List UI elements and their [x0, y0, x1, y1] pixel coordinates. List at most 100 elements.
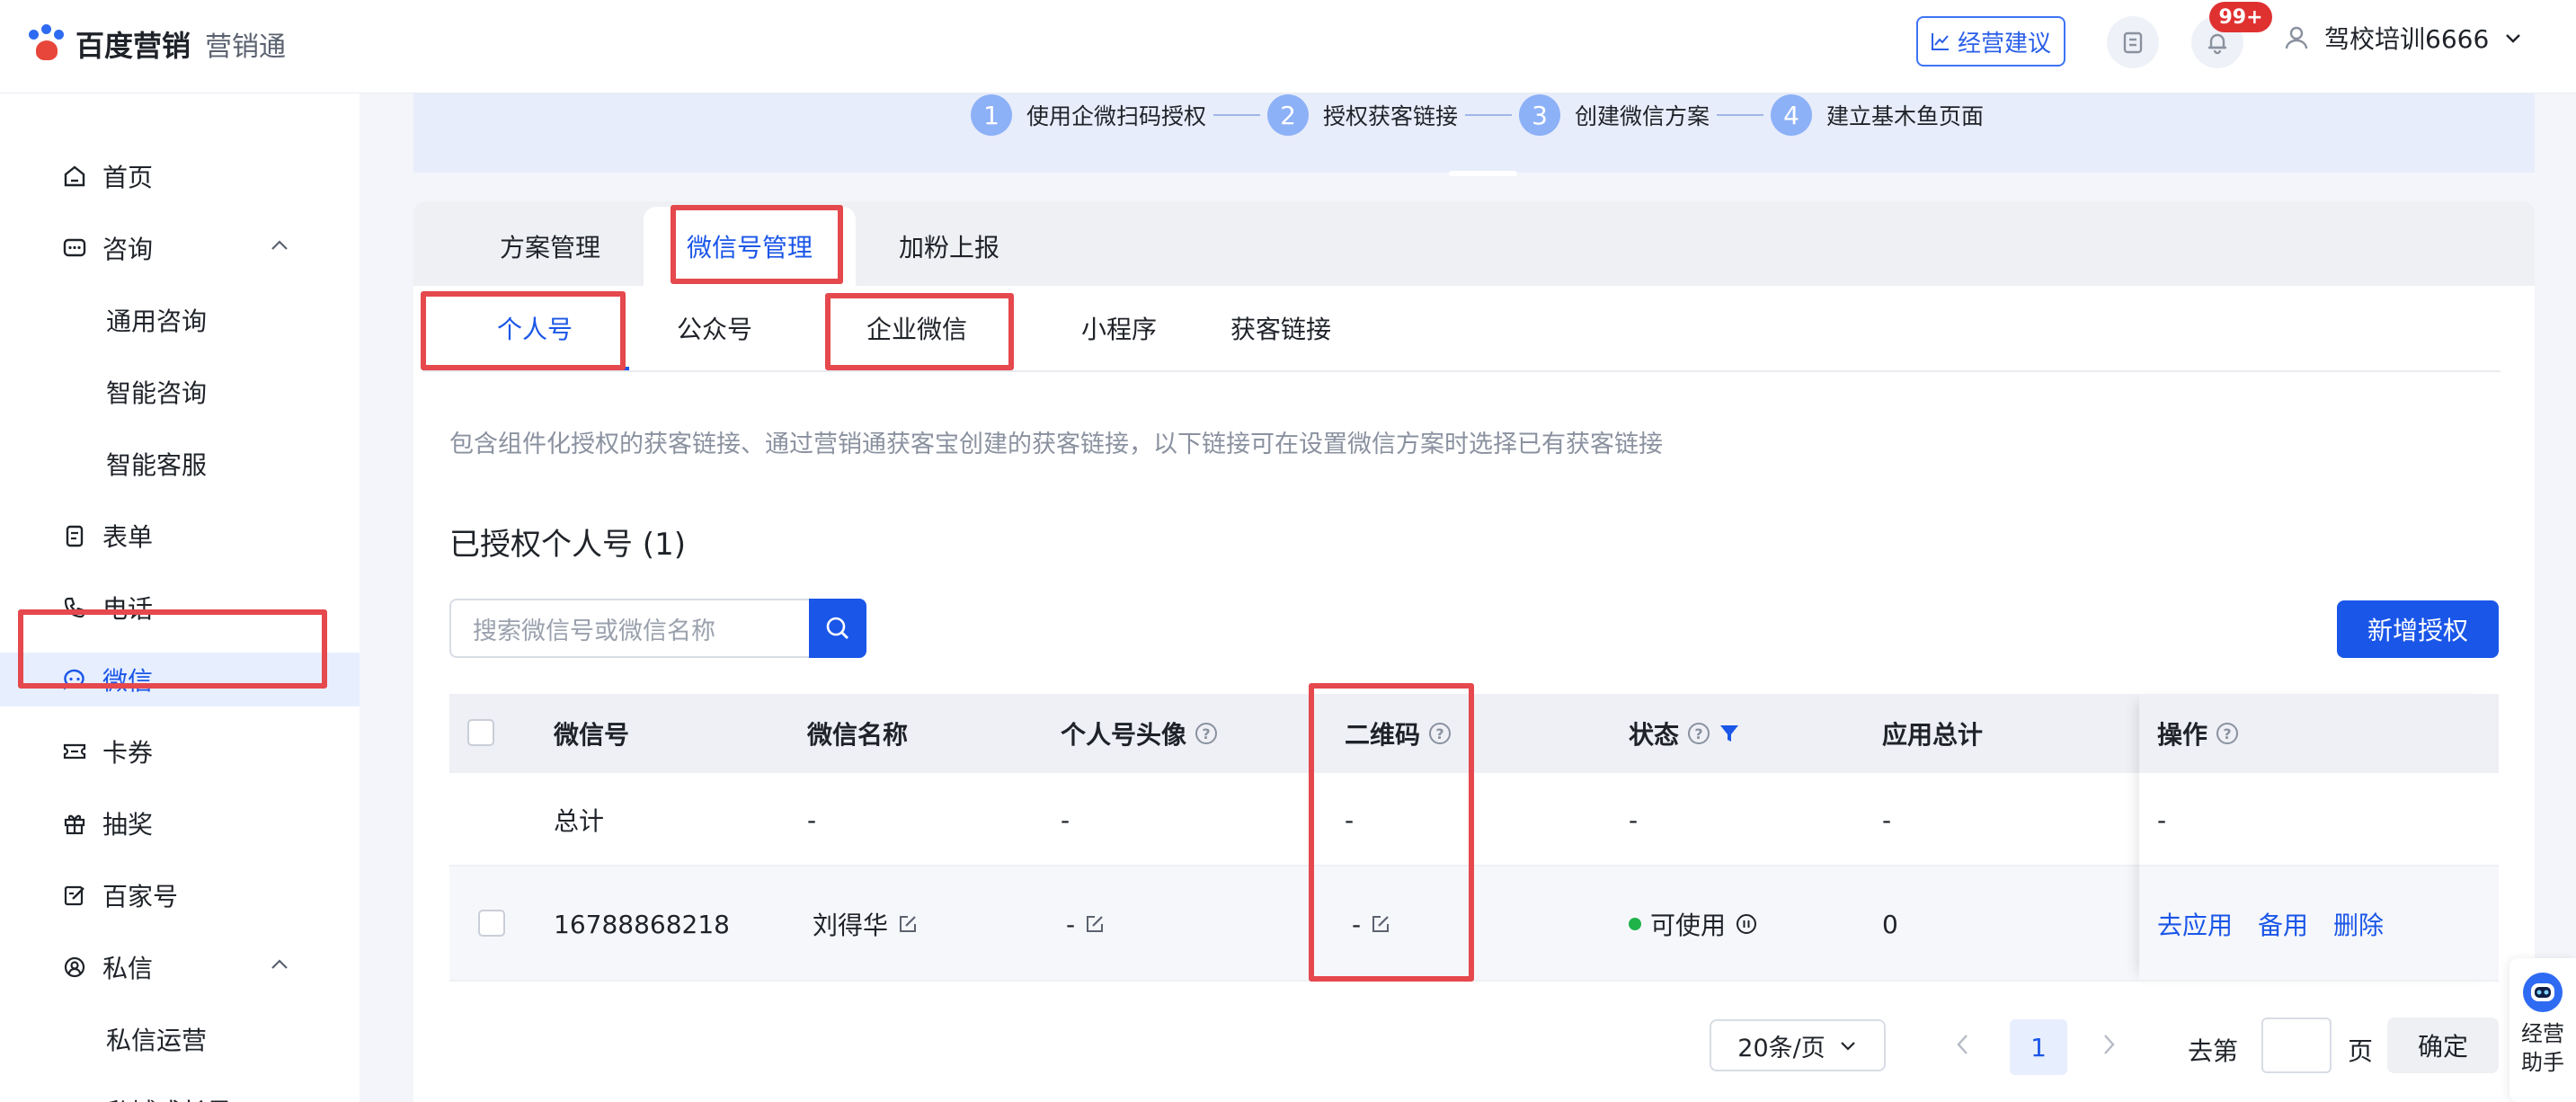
backup-link[interactable]: 备用 — [2258, 906, 2308, 942]
subtab-wecom[interactable]: 企业微信 — [836, 297, 998, 360]
brand-name: 百度营销 — [76, 29, 191, 63]
filter-icon[interactable] — [1719, 723, 1740, 744]
guide-steps: 1 使用企微扫码授权 2 授权获客链接 3 创建微信方案 4 建立基木鱼页面 — [971, 93, 1984, 137]
wechat-name-value: 刘得华 — [813, 911, 889, 940]
sidebar-item-private-growth[interactable]: 私域成长星 — [0, 1084, 360, 1102]
add-authorization-button[interactable]: 新增授权 — [2337, 600, 2499, 658]
column-avatar-label: 个人号头像 — [1061, 720, 1187, 750]
column-qrcode[interactable]: 二维码 ? — [1345, 715, 1452, 751]
next-page-button[interactable] — [2098, 1032, 2119, 1063]
sidebar-item-home[interactable]: 首页 — [0, 149, 360, 203]
pause-icon[interactable] — [1735, 912, 1758, 936]
sidebar-item-smart-service[interactable]: 智能客服 — [0, 437, 360, 491]
message-icon — [61, 954, 88, 981]
user-icon — [2285, 26, 2308, 49]
guide-step: 4 建立基木鱼页面 — [1771, 94, 1984, 136]
page-size-select[interactable]: 20条/页 — [1710, 1019, 1886, 1071]
search-button[interactable] — [809, 599, 866, 658]
bell-icon — [2208, 33, 2226, 55]
sidebar-item-coupon[interactable]: 卡券 — [0, 724, 360, 778]
status-dot-icon — [1629, 918, 1641, 930]
subtab-personal[interactable]: 个人号 — [440, 297, 629, 360]
help-icon[interactable]: ? — [1429, 723, 1452, 744]
apply-link[interactable]: 去应用 — [2157, 906, 2233, 942]
page-number-current[interactable]: 1 — [2010, 1019, 2067, 1075]
carousel-indicator[interactable] — [1449, 171, 1517, 176]
step-number: 3 — [1519, 94, 1561, 136]
column-wechat-id[interactable]: 微信号 — [554, 715, 629, 751]
help-icon[interactable]: ? — [1195, 723, 1218, 744]
sidebar-item-general-consult[interactable]: 通用咨询 — [0, 293, 360, 347]
subtab-mini-program[interactable]: 小程序 — [1061, 297, 1177, 360]
baidu-paw-icon — [27, 24, 67, 64]
goto-confirm-button[interactable]: 确定 — [2387, 1018, 2499, 1073]
edit-icon[interactable] — [1084, 913, 1106, 935]
search-input[interactable]: 搜索微信号或微信名称 — [449, 599, 811, 658]
business-advice-button[interactable]: 经营建议 — [1916, 16, 2065, 67]
help-icon[interactable]: ? — [1688, 723, 1710, 744]
sidebar-item-label: 首页 — [102, 163, 154, 192]
total-label: 总计 — [554, 806, 605, 836]
avatar-value: - — [1066, 909, 1076, 939]
sidebar-item-wechat[interactable]: 微信 — [0, 653, 360, 707]
product-name: 营销通 — [205, 31, 287, 63]
column-usage-total[interactable]: 应用总计 — [1882, 715, 1983, 751]
brand-logo[interactable]: 百度营销 营销通 — [27, 23, 286, 65]
prev-page-button[interactable] — [1952, 1032, 1974, 1063]
tab-follower-report[interactable]: 加粉上报 — [875, 207, 1023, 286]
user-menu[interactable]: 驾校培训6666 — [2283, 20, 2523, 56]
tab-wechat-account-management[interactable]: 微信号管理 — [644, 207, 856, 286]
column-action[interactable]: 操作 ? — [2157, 715, 2239, 751]
cell-avatar: - — [1066, 906, 1106, 942]
total-usage: - — [1882, 804, 1892, 835]
select-all-checkbox[interactable] — [467, 719, 494, 746]
cell-status: 可使用 — [1629, 906, 1758, 942]
user-name: 驾校培训6666 — [2324, 24, 2490, 54]
sidebar-item-private-message[interactable]: 私信 — [0, 940, 360, 994]
sidebar: 首页 咨询 通用咨询 智能咨询 智能客服 表单 电话 微信 卡券 抽奖 百家号 … — [0, 93, 360, 1102]
business-assistant-widget[interactable]: 经营助手 — [2509, 958, 2576, 1102]
sidebar-item-lottery[interactable]: 抽奖 — [0, 796, 360, 850]
step-label: 使用企微扫码授权 — [1026, 103, 1207, 129]
description-text: 包含组件化授权的获客链接、通过营销通获客宝创建的获客链接，以下链接可在设置微信方… — [449, 431, 1663, 458]
help-icon[interactable]: ? — [2216, 723, 2239, 744]
tab-plan-management[interactable]: 方案管理 — [475, 207, 626, 286]
sidebar-item-form[interactable]: 表单 — [0, 509, 360, 563]
sidebar-item-label: 微信 — [102, 666, 154, 696]
sidebar-item-label: 电话 — [102, 594, 154, 624]
total-qrcode: - — [1345, 804, 1355, 835]
subtab-official-account[interactable]: 公众号 — [656, 297, 773, 360]
goto-prefix: 去第 — [2188, 1036, 2239, 1066]
edit-icon[interactable] — [1370, 913, 1391, 935]
gift-icon — [61, 810, 88, 837]
sidebar-item-smart-consult[interactable]: 智能咨询 — [0, 365, 360, 419]
robot-icon — [2523, 973, 2563, 1012]
sidebar-item-label: 表单 — [102, 522, 154, 552]
column-avatar[interactable]: 个人号头像 ? — [1061, 715, 1218, 751]
total-status: - — [1629, 804, 1639, 835]
row-checkbox[interactable] — [478, 910, 505, 937]
guide-step: 1 使用企微扫码授权 — [971, 94, 1206, 136]
row-actions: 去应用 备用 删除 — [2157, 906, 2384, 942]
sidebar-item-message-ops[interactable]: 私信运营 — [0, 1012, 360, 1066]
sidebar-item-consult[interactable]: 咨询 — [0, 221, 360, 275]
column-qrcode-label: 二维码 — [1345, 720, 1421, 750]
column-action-label: 操作 — [2157, 720, 2208, 750]
sidebar-item-baijiahao[interactable]: 百家号 — [0, 868, 360, 922]
sidebar-item-phone[interactable]: 电话 — [0, 581, 360, 635]
subtab-acquisition-link[interactable]: 获客链接 — [1215, 297, 1346, 360]
column-status-label: 状态 — [1629, 720, 1680, 750]
column-status[interactable]: 状态 ? — [1629, 715, 1740, 751]
step-number: 4 — [1771, 94, 1813, 136]
sidebar-item-label: 百家号 — [102, 882, 179, 911]
clipboard-icon — [2123, 31, 2143, 54]
business-advice-label: 经营建议 — [1957, 30, 2051, 58]
cell-qrcode: - — [1352, 906, 1391, 942]
chevron-down-icon — [2506, 34, 2521, 43]
sidebar-item-label: 卡券 — [102, 738, 154, 768]
goto-page-input[interactable] — [2261, 1018, 2332, 1073]
clipboard-button[interactable] — [2107, 16, 2159, 68]
edit-icon[interactable] — [897, 913, 919, 935]
column-wechat-name[interactable]: 微信名称 — [807, 715, 908, 751]
delete-link[interactable]: 删除 — [2333, 906, 2384, 942]
